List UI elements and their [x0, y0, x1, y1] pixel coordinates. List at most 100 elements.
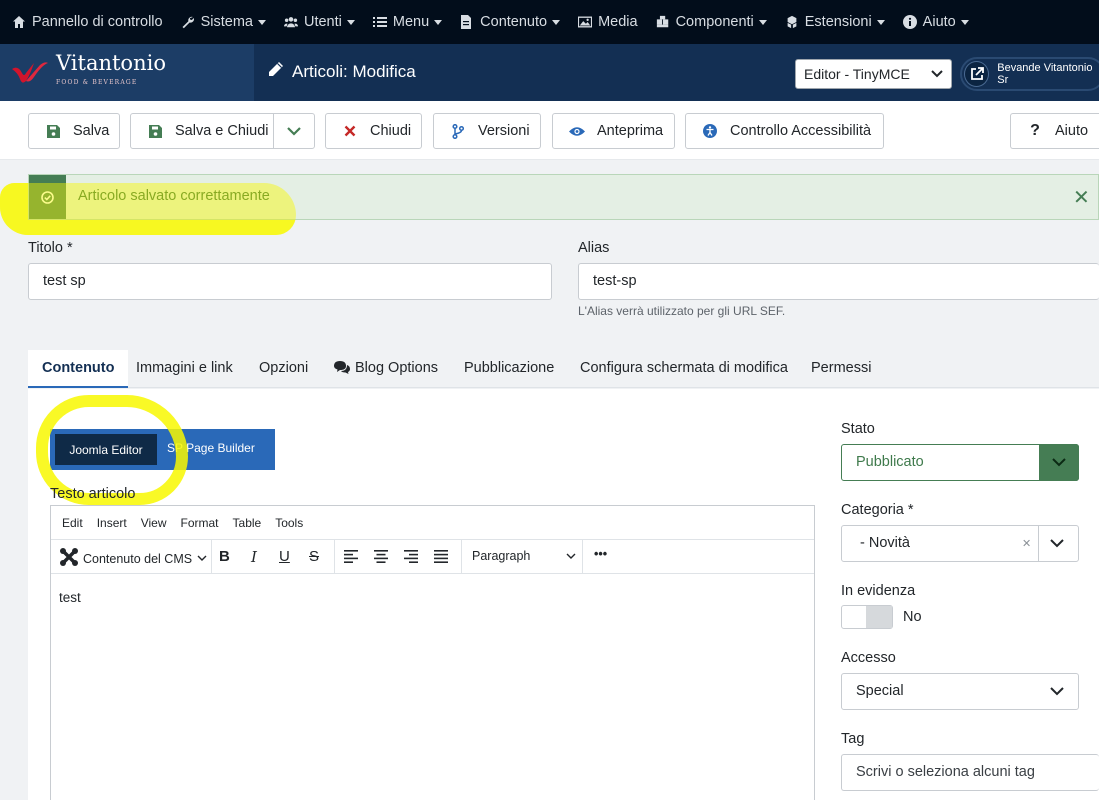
logo-text: Vitantonio: [56, 50, 166, 75]
menu-pannello[interactable]: Pannello di controllo: [12, 14, 163, 30]
underline-icon[interactable]: U: [279, 548, 290, 565]
bold-icon[interactable]: B: [219, 548, 230, 565]
access-select[interactable]: Special: [841, 673, 1079, 710]
align-center-icon[interactable]: [374, 550, 388, 566]
tag-input[interactable]: Scrivi o seleziona alcuni tag: [841, 754, 1099, 791]
alias-hint: L'Alias verrà utilizzato per gli URL SEF…: [578, 304, 786, 318]
paragraph-dropdown[interactable]: Paragraph: [472, 549, 576, 563]
editor-body-text: test: [59, 590, 81, 605]
editor-body[interactable]: test: [51, 574, 814, 621]
menu-menu[interactable]: Menu: [372, 14, 443, 30]
save-close-button[interactable]: Salva e Chiudi: [130, 113, 274, 149]
editor-select[interactable]: Editor - TinyMCE: [795, 59, 952, 89]
accessibility-button[interactable]: Controllo Accessibilità: [685, 113, 884, 149]
comments-icon: [334, 361, 350, 378]
category-label: Categoria *: [841, 502, 914, 518]
access-value: Special: [856, 683, 904, 699]
tab-label: Configura schermata di modifica: [580, 360, 788, 376]
paragraph-label: Paragraph: [472, 549, 531, 563]
floppy-icon: [147, 124, 163, 138]
editor-menu-insert[interactable]: Insert: [97, 516, 127, 530]
cms-content-dropdown[interactable]: Contenuto del CMS: [59, 547, 207, 570]
tab-label: Pubblicazione: [464, 360, 555, 376]
page-title: Articoli: Modifica: [292, 61, 416, 81]
menu-contenuto[interactable]: Contenuto: [460, 14, 561, 30]
align-justify-icon[interactable]: [434, 550, 448, 566]
preview-button[interactable]: Anteprima: [552, 113, 675, 149]
menu-label: Estensioni: [804, 14, 872, 30]
alias-input[interactable]: test-sp: [578, 263, 1099, 300]
alert-close-icon[interactable]: ✕: [1073, 185, 1090, 210]
menu-label: Sistema: [200, 14, 253, 30]
clear-icon[interactable]: ✕: [1022, 537, 1031, 550]
help-button[interactable]: ? Aiuto: [1010, 113, 1099, 149]
strikethrough-icon[interactable]: S: [309, 548, 319, 565]
align-right-icon[interactable]: [404, 550, 418, 566]
chevron-down-icon: [1050, 539, 1064, 548]
toolbar: Salva Salva e Chiudi Chiudi Versioni Ant…: [0, 101, 1099, 160]
state-label: Stato: [841, 421, 875, 437]
wrench-icon: [181, 15, 195, 29]
article-text-label: Testo articolo: [50, 486, 136, 502]
users-icon: [283, 15, 298, 29]
menu-aiuto[interactable]: Aiuto: [902, 14, 969, 30]
tab-permessi[interactable]: Permessi: [811, 350, 871, 388]
tab-pubblicazione[interactable]: Pubblicazione: [464, 350, 554, 388]
logo-subtitle: FOOD & BEVERAGE: [56, 78, 138, 86]
editor-menu-format[interactable]: Format: [181, 516, 219, 530]
save-close-label: Salva e Chiudi: [175, 123, 269, 139]
title-label: Titolo *: [28, 240, 73, 256]
menu-label: Componenti: [675, 14, 754, 30]
external-link-icon: [964, 61, 990, 87]
menu-estensioni[interactable]: Estensioni: [785, 14, 885, 30]
menu-componenti[interactable]: Componenti: [656, 14, 767, 30]
menu-sistema[interactable]: Sistema: [181, 14, 266, 30]
chevron-down-icon: [1039, 444, 1079, 481]
tab-opzioni[interactable]: Opzioni: [259, 350, 308, 388]
accessibility-label: Controllo Accessibilità: [730, 123, 872, 139]
more-icon[interactable]: •••: [594, 547, 607, 561]
category-value: - Novità: [860, 535, 910, 551]
tab-immagini-link[interactable]: Immagini e link: [136, 350, 233, 388]
check-circle-icon: [29, 175, 66, 219]
tab-configura-schermata[interactable]: Configura schermata di modifica: [580, 350, 788, 388]
access-label: Accesso: [841, 650, 896, 666]
editor-menu-edit[interactable]: Edit: [62, 516, 83, 530]
italic-icon[interactable]: I: [251, 548, 257, 566]
editor-menu-tools[interactable]: Tools: [275, 516, 303, 530]
chevron-down-icon: [931, 70, 943, 78]
logo-mark-icon: [12, 61, 48, 83]
versions-button[interactable]: Versioni: [433, 113, 541, 149]
user-label: Bevande Vitantonio Sr: [997, 62, 1093, 86]
cms-content-label: Contenuto del CMS: [83, 551, 193, 566]
featured-switch[interactable]: [841, 605, 893, 629]
category-select[interactable]: - Novità ✕: [841, 525, 1079, 562]
caret-down-icon: [960, 19, 969, 25]
tinymce-editor: Edit Insert View Format Table Tools Cont…: [50, 505, 815, 800]
save-dropdown-button[interactable]: [273, 113, 315, 149]
home-icon: [12, 15, 26, 29]
caret-down-icon: [434, 19, 443, 25]
tab-blog-options[interactable]: Blog Options: [334, 350, 438, 388]
state-select[interactable]: Pubblicato: [841, 444, 1079, 481]
save-button[interactable]: Salva: [28, 113, 120, 149]
logo[interactable]: Vitantonio FOOD & BEVERAGE: [0, 44, 254, 101]
header: Vitantonio FOOD & BEVERAGE Articoli: Mod…: [0, 44, 1099, 101]
menu-media[interactable]: Media: [578, 14, 638, 30]
top-menubar: Pannello di controllo Sistema Utenti Men…: [0, 0, 1099, 44]
chevron-down-icon: [197, 555, 207, 561]
menu-utenti[interactable]: Utenti: [283, 14, 355, 30]
title-input[interactable]: test sp: [28, 263, 552, 300]
tab-contenuto[interactable]: Contenuto: [28, 350, 129, 388]
tab-label: Immagini e link: [136, 360, 233, 376]
featured-label: In evidenza: [841, 583, 916, 599]
editor-menu-table[interactable]: Table: [233, 516, 262, 530]
align-left-icon[interactable]: [344, 550, 358, 566]
editor-menu-view[interactable]: View: [141, 516, 167, 530]
menu-label: Contenuto: [480, 14, 548, 30]
puzzle-icon: [656, 15, 670, 29]
close-button[interactable]: Chiudi: [325, 113, 422, 149]
caret-down-icon: [758, 19, 767, 25]
user-menu-button[interactable]: Bevande Vitantonio Sr: [960, 57, 1099, 91]
preview-label: Anteprima: [597, 123, 664, 139]
